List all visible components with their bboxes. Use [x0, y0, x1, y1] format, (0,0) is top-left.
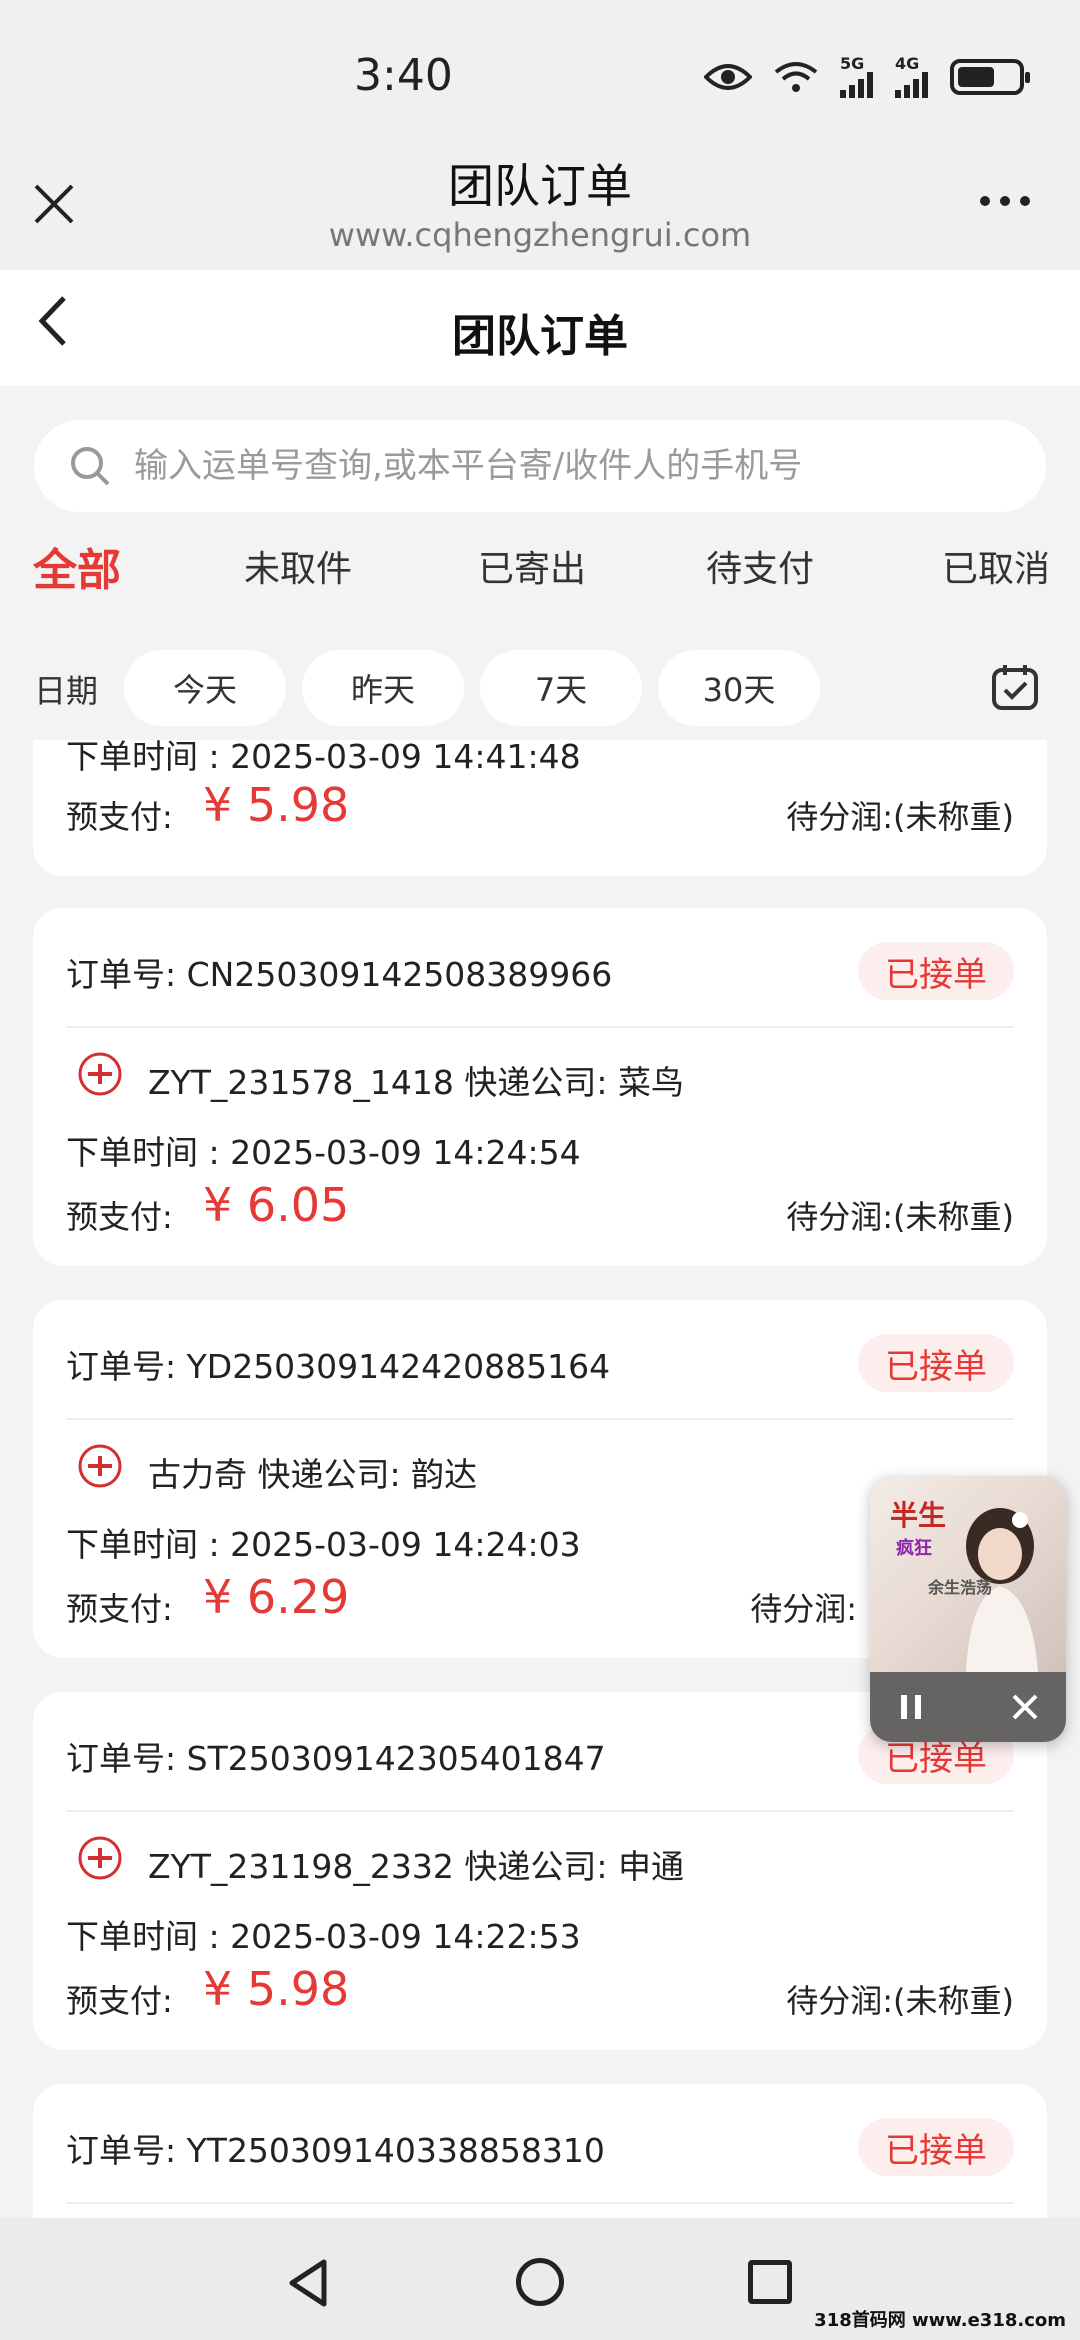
signal-4g-icon: 4G: [895, 56, 928, 98]
order-number: 订单号: ST250309142305401847: [66, 1739, 606, 1778]
order-card[interactable]: 下单时间 : 2025-03-09 14:41:48 预支付: ¥ 5.98 待…: [33, 740, 1047, 876]
search-icon: [71, 447, 110, 486]
order-card[interactable]: 订单号: ST250309142305401847 已接单 ZYT_231198…: [33, 1692, 1047, 2050]
brand-logo-icon: [78, 1444, 122, 1488]
tab-all[interactable]: 全部: [33, 534, 121, 598]
nav-back-icon[interactable]: [286, 2258, 332, 2308]
order-number: 订单号: YD250309142420885164: [66, 1347, 611, 1386]
signal-5g-icon: 5G: [840, 56, 873, 98]
tab-cancelled[interactable]: 已取消: [942, 540, 1050, 592]
calendar-icon[interactable]: [990, 662, 1040, 712]
prepay-label: 预支付:: [66, 798, 173, 836]
divider: [66, 1418, 1014, 1420]
date-label: 日期: [34, 672, 99, 710]
browser-url: www.cqhengzhengrui.com: [328, 216, 752, 254]
search-input[interactable]: [134, 446, 1014, 486]
status-badge: 已接单: [858, 942, 1014, 1000]
order-time: 下单时间 : 2025-03-09 14:22:53: [66, 1917, 581, 1956]
status-time: 3:40: [354, 50, 453, 101]
divider: [66, 2202, 1014, 2204]
tab-pending-payment[interactable]: 待支付: [706, 540, 814, 592]
browser-page-title: 团队订单: [448, 159, 632, 213]
prepay-amount: ¥ 5.98: [203, 1962, 350, 2016]
brand-logo-icon: [78, 1836, 122, 1880]
player-controls: [870, 1672, 1066, 1742]
album-art: 半生 疯狂 余生浩荡: [870, 1476, 1066, 1672]
status-badge: 已接单: [858, 2118, 1014, 2176]
nav-recents-icon[interactable]: [748, 2260, 792, 2304]
order-number: 订单号: YT250309140338858310: [66, 2131, 605, 2170]
sender-and-courier: ZYT_231198_2332 快递公司: 申通: [148, 1847, 685, 1886]
chip-yesterday[interactable]: 昨天: [302, 650, 464, 726]
status-badge: 已接单: [858, 1334, 1014, 1392]
profit-share: 待分润:(未称重): [786, 1198, 1014, 1236]
order-time: 下单时间 : 2025-03-09 14:41:48: [66, 740, 581, 776]
prepay-label: 预支付:: [66, 1982, 173, 2020]
chip-7-days[interactable]: 7天: [480, 650, 642, 726]
floating-music-player[interactable]: 半生 疯狂 余生浩荡: [870, 1476, 1066, 1742]
order-time: 下单时间 : 2025-03-09 14:24:03: [66, 1525, 581, 1564]
profit-share: 待分润:(未称重): [786, 798, 1014, 836]
sender-and-courier: ZYT_231578_1418 快递公司: 菜鸟: [148, 1063, 685, 1102]
tab-shipped[interactable]: 已寄出: [478, 540, 586, 592]
sender-and-courier: 古力奇 快递公司: 韵达: [148, 1455, 478, 1494]
order-time: 下单时间 : 2025-03-09 14:24:54: [66, 1133, 581, 1172]
battery-icon: [950, 59, 1030, 95]
pause-icon[interactable]: [896, 1692, 926, 1722]
chip-today[interactable]: 今天: [124, 650, 286, 726]
search-bar[interactable]: [34, 420, 1046, 512]
wifi-icon: [774, 60, 818, 94]
prepay-label: 预支付:: [66, 1198, 173, 1236]
prepay-amount: ¥ 6.05: [203, 1178, 350, 1232]
brand-logo-icon: [78, 1052, 122, 1096]
tab-not-picked[interactable]: 未取件: [244, 540, 352, 592]
more-icon[interactable]: [980, 196, 1030, 206]
profit-share: 待分润:(未称重): [786, 1982, 1014, 2020]
order-card[interactable]: 订单号: YT250309140338858310 已接单: [33, 2084, 1047, 2218]
profit-share: 待分润:: [750, 1590, 857, 1628]
system-nav-bar: 318首码网 www.e318.com: [0, 2218, 1080, 2340]
eye-icon: [704, 61, 752, 93]
prepay-amount: ¥ 5.98: [203, 778, 350, 832]
order-number: 订单号: CN250309142508389966: [66, 955, 613, 994]
divider: [66, 1810, 1014, 1812]
status-icons: 5G 4G: [704, 56, 1030, 98]
watermark: 318首码网 www.e318.com: [814, 2310, 1066, 2331]
page-title: 团队订单: [452, 311, 628, 362]
order-card[interactable]: 订单号: CN250309142508389966 已接单 ZYT_231578…: [33, 908, 1047, 1266]
prepay-label: 预支付:: [66, 1590, 173, 1628]
close-player-icon[interactable]: [1010, 1692, 1040, 1722]
divider: [66, 1026, 1014, 1028]
chip-30-days[interactable]: 30天: [658, 650, 820, 726]
prepay-amount: ¥ 6.29: [203, 1570, 350, 1624]
nav-home-icon[interactable]: [516, 2258, 564, 2306]
status-tabs: 全部 未取件 已寄出 待支付 已取消: [0, 540, 1080, 610]
